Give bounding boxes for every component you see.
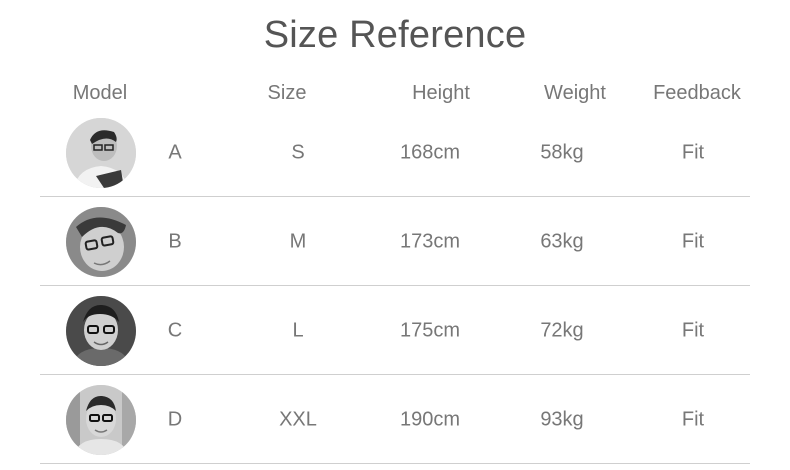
model-label: A — [168, 141, 182, 163]
row-divider — [40, 463, 750, 464]
feedback-value: Fit — [681, 230, 705, 252]
header-size: Size — [267, 82, 307, 104]
weight-value: 58kg — [540, 141, 584, 163]
model-label: D — [167, 408, 183, 430]
model-photo-avatar — [66, 295, 136, 366]
model-label: C — [167, 319, 183, 341]
table-row: D XXL 190cm 93kg Fit — [0, 375, 790, 464]
weight-value: 93kg — [540, 408, 584, 430]
weight-value: 63kg — [540, 230, 584, 252]
height-value: 173cm — [399, 230, 461, 252]
size-value: L — [292, 319, 304, 341]
table-row: A S 168cm 58kg Fit — [0, 108, 790, 197]
size-value: S — [291, 141, 305, 163]
model-label: B — [168, 230, 182, 252]
height-value: 190cm — [399, 408, 461, 430]
size-value: M — [289, 230, 307, 252]
height-value: 168cm — [399, 141, 461, 163]
header-feedback: Feedback — [653, 82, 741, 104]
feedback-value: Fit — [681, 408, 705, 430]
header-weight: Weight — [544, 82, 606, 104]
feedback-value: Fit — [681, 141, 705, 163]
feedback-value: Fit — [681, 319, 705, 341]
weight-value: 72kg — [540, 319, 584, 341]
model-photo-avatar — [66, 117, 136, 188]
page-title: Size Reference — [263, 14, 527, 56]
model-photo-avatar — [66, 206, 136, 277]
header-model: Model — [72, 82, 128, 104]
size-value: XXL — [279, 408, 317, 430]
header-height: Height — [412, 82, 470, 104]
model-photo-avatar — [66, 384, 136, 455]
table-header: Model Size Height Weight Feedback — [0, 82, 790, 106]
table-row: C L 175cm 72kg Fit — [0, 286, 790, 375]
table-row: B M 173cm 63kg Fit — [0, 197, 790, 286]
height-value: 175cm — [399, 319, 461, 341]
